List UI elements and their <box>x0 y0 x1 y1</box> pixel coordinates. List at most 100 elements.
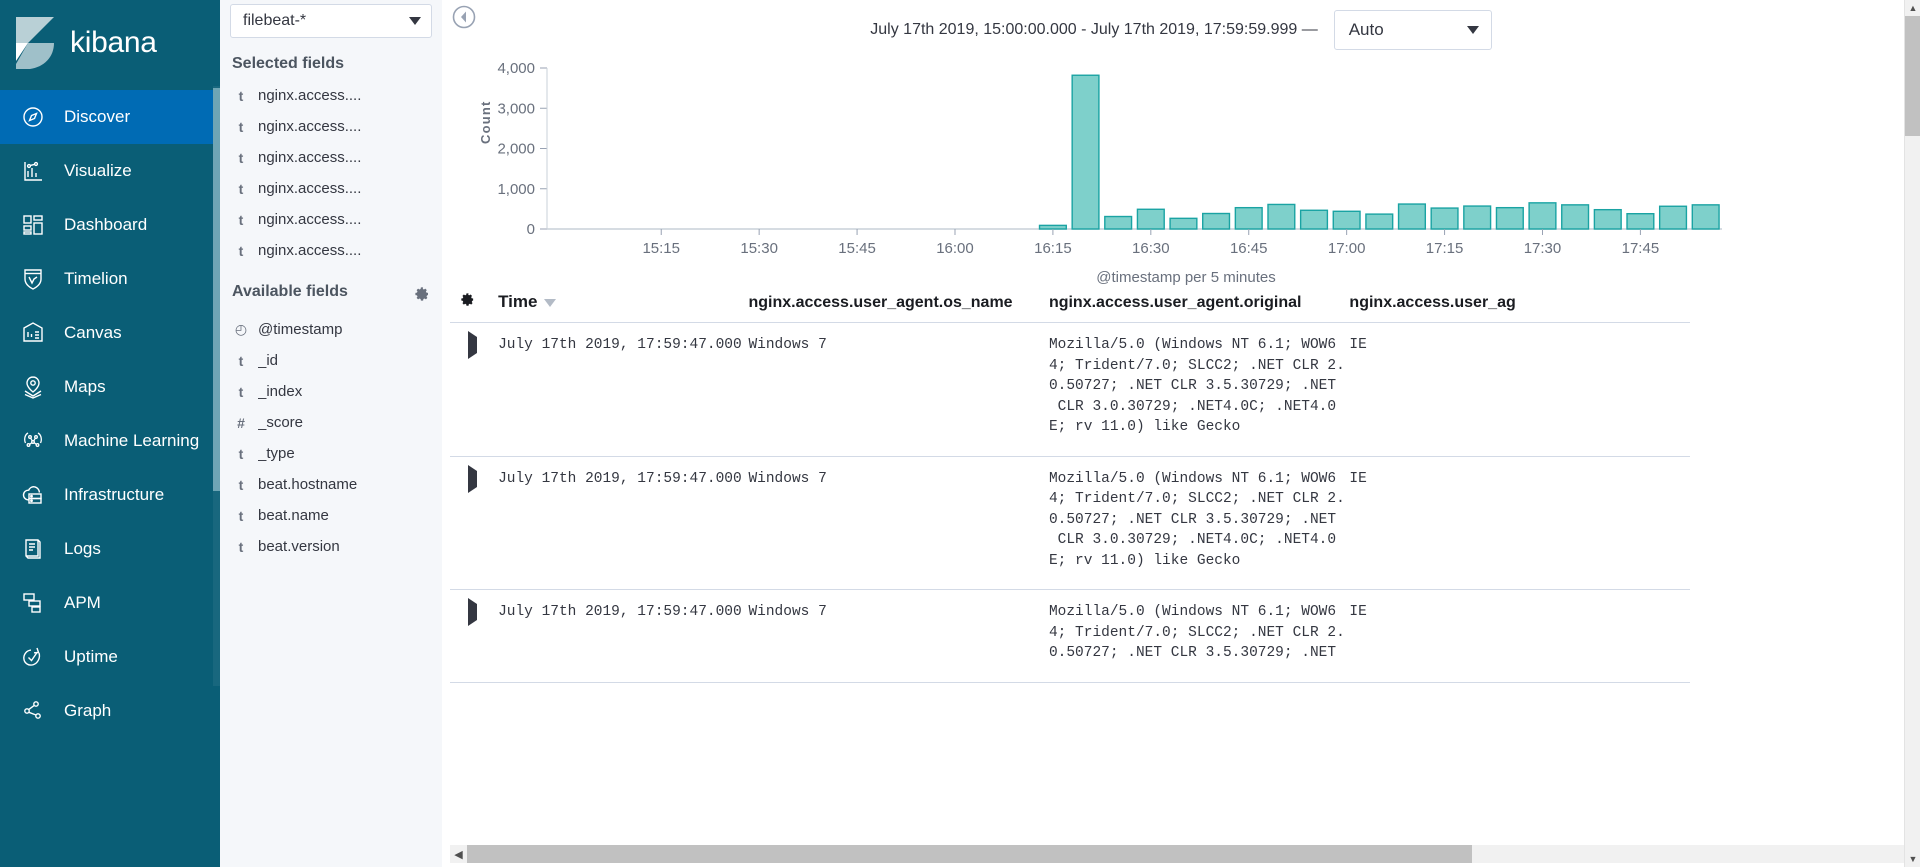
document-table-container: Time nginx.access.user_agent.os_name ngi… <box>442 292 1920 867</box>
table-horizontal-scrollbar[interactable]: ◀ ▶ <box>450 845 1920 863</box>
column-header-time[interactable]: Time <box>498 292 749 323</box>
expand-row-icon[interactable] <box>468 464 477 493</box>
chart-x-axis-title: @timestamp per 5 minutes <box>1096 269 1276 286</box>
gear-icon[interactable] <box>414 282 430 308</box>
svg-text:2,000: 2,000 <box>497 141 535 158</box>
field-type-icon: t <box>238 211 244 228</box>
svg-text:17:45: 17:45 <box>1622 240 1660 257</box>
vertical-scroll-thumb[interactable] <box>1905 16 1920 136</box>
cell-time: July 17th 2019, 17:59:47.000 <box>498 589 749 683</box>
sidebar-item-apm[interactable]: APM <box>0 576 220 630</box>
histogram-chart: Count 0 1,000 2,000 3,000 4,000 15:15 15:30 15:… <box>462 56 1890 286</box>
sidebar-item-dashboard[interactable]: Dashboard <box>0 198 220 252</box>
sidebar-item-logs[interactable]: Logs <box>0 522 220 576</box>
cell-os-name: Windows 7 <box>748 456 1049 590</box>
field-name: @timestamp <box>258 321 343 338</box>
field-type-icon: # <box>237 414 245 431</box>
logs-scroll-icon <box>20 536 46 562</box>
histogram-svg[interactable]: 0 1,000 2,000 3,000 4,000 15:15 15:30 15:45 16:0… <box>462 56 1762 271</box>
cell-user-agent-original: Mozilla/5.0 (Windows NT 6.1; WOW6 4; Tri… <box>1048 589 1350 683</box>
sidebar-item-graph[interactable]: Graph <box>0 684 220 738</box>
field-name: beat.name <box>258 507 329 524</box>
table-row[interactable]: July 17th 2019, 17:59:47.000 Windows 7 M… <box>450 322 1690 457</box>
sidebar-item-uptime[interactable]: Uptime <box>0 630 220 684</box>
sidebar-item-visualize[interactable]: Visualize <box>0 144 220 198</box>
field-type-icon: t <box>238 352 244 369</box>
svg-text:1,000: 1,000 <box>497 181 535 198</box>
column-header-user-agent-name[interactable]: nginx.access.user_ag <box>1349 292 1690 323</box>
index-pattern-selector[interactable]: filebeat-* <box>230 4 432 38</box>
sidebar-item-label: Dashboard <box>64 215 148 234</box>
field-type-icon: t <box>238 87 244 104</box>
sidebar-item-label: Graph <box>64 701 112 720</box>
field-item[interactable]: ◴ @timestamp <box>220 314 442 345</box>
scroll-left-arrow-icon[interactable]: ◀ <box>450 848 467 861</box>
sidebar-item-infrastructure[interactable]: Infrastructure <box>0 468 220 522</box>
field-item[interactable]: t beat.version <box>220 531 442 562</box>
gear-icon[interactable] <box>460 293 475 311</box>
row-expand-cell[interactable] <box>450 322 499 457</box>
horizontal-scroll-track[interactable] <box>467 845 1903 863</box>
table-row[interactable]: July 17th 2019, 17:59:47.000 Windows 7 M… <box>450 589 1690 683</box>
scroll-up-arrow-icon[interactable]: ▲ <box>1905 0 1920 16</box>
cell-os-name: Windows 7 <box>748 589 1049 683</box>
time-range-label[interactable]: July 17th 2019, 15:00:00.000 - July 17th… <box>870 21 1317 39</box>
table-settings-cell <box>450 292 499 323</box>
sidebar-item-label: Machine Learning <box>64 431 200 450</box>
kibana-logo-icon <box>14 17 58 69</box>
sidebar-item-machine-learning[interactable]: Machine Learning <box>0 414 220 468</box>
field-name: beat.version <box>258 538 340 555</box>
field-name: nginx.access.... <box>258 149 362 166</box>
svg-text:16:45: 16:45 <box>1230 240 1268 257</box>
window-vertical-scrollbar[interactable]: ▲ ▼ <box>1904 0 1920 867</box>
sidebar-item-canvas[interactable]: Canvas <box>0 306 220 360</box>
canvas-banner-icon <box>20 320 46 346</box>
field-item[interactable]: t beat.name <box>220 500 442 531</box>
field-item[interactable]: t nginx.access.... <box>220 173 442 204</box>
kibana-brand[interactable]: kibana <box>0 0 220 86</box>
field-type-icon: t <box>238 476 244 493</box>
horizontal-scroll-thumb[interactable] <box>467 845 1473 863</box>
nav-scrollbar-thumb[interactable] <box>213 88 220 491</box>
cell-user-agent-original: Mozilla/5.0 (Windows NT 6.1; WOW6 4; Tri… <box>1048 456 1350 590</box>
row-expand-cell[interactable] <box>450 589 499 683</box>
sidebar-item-discover[interactable]: Discover <box>0 90 220 144</box>
field-name: nginx.access.... <box>258 118 362 135</box>
sidebar-item-label: APM <box>64 593 101 612</box>
table-row[interactable]: July 17th 2019, 17:59:47.000 Windows 7 M… <box>450 456 1690 590</box>
cell-user-agent-name: IE <box>1349 589 1690 683</box>
expand-row-icon[interactable] <box>468 598 477 626</box>
sidebar-item-maps[interactable]: Maps <box>0 360 220 414</box>
field-item[interactable]: t nginx.access.... <box>220 80 442 111</box>
field-item[interactable]: t _type <box>220 438 442 469</box>
column-header-os-name[interactable]: nginx.access.user_agent.os_name <box>748 292 1049 323</box>
available-fields-list: ◴ @timestamp t _id t _index # _score t _… <box>220 314 442 562</box>
cell-time: July 17th 2019, 17:59:47.000 <box>498 456 749 590</box>
field-item[interactable]: t nginx.access.... <box>220 235 442 266</box>
expand-row-icon[interactable] <box>468 331 477 359</box>
field-item[interactable]: t nginx.access.... <box>220 204 442 235</box>
field-name: _score <box>258 414 304 431</box>
field-item[interactable]: t _id <box>220 345 442 376</box>
field-item[interactable]: t nginx.access.... <box>220 111 442 142</box>
svg-text:15:30: 15:30 <box>740 240 778 257</box>
scroll-down-arrow-icon[interactable]: ▼ <box>1905 851 1920 867</box>
column-header-user-agent-original[interactable]: nginx.access.user_agent.original <box>1048 292 1350 323</box>
svg-text:16:30: 16:30 <box>1132 240 1170 257</box>
field-item[interactable]: t nginx.access.... <box>220 142 442 173</box>
field-type-icon: t <box>238 149 244 166</box>
field-item[interactable]: t _index <box>220 376 442 407</box>
sort-caret-icon[interactable] <box>544 299 557 307</box>
field-item[interactable]: t beat.hostname <box>220 469 442 500</box>
row-expand-cell[interactable] <box>450 456 499 590</box>
cell-time: July 17th 2019, 17:59:47.000 <box>498 322 749 457</box>
svg-text:16:00: 16:00 <box>936 240 974 257</box>
interval-selector[interactable]: Auto <box>1333 10 1492 50</box>
sidebar-item-timelion[interactable]: Timelion <box>0 252 220 306</box>
selected-fields-list: t nginx.access.... t nginx.access.... t … <box>220 80 442 266</box>
apm-icon <box>20 590 46 616</box>
chart-y-axis-title: Count <box>478 100 493 144</box>
field-name: _type <box>258 445 295 462</box>
collapse-left-icon[interactable] <box>452 5 476 29</box>
field-item[interactable]: # _score <box>220 407 442 438</box>
